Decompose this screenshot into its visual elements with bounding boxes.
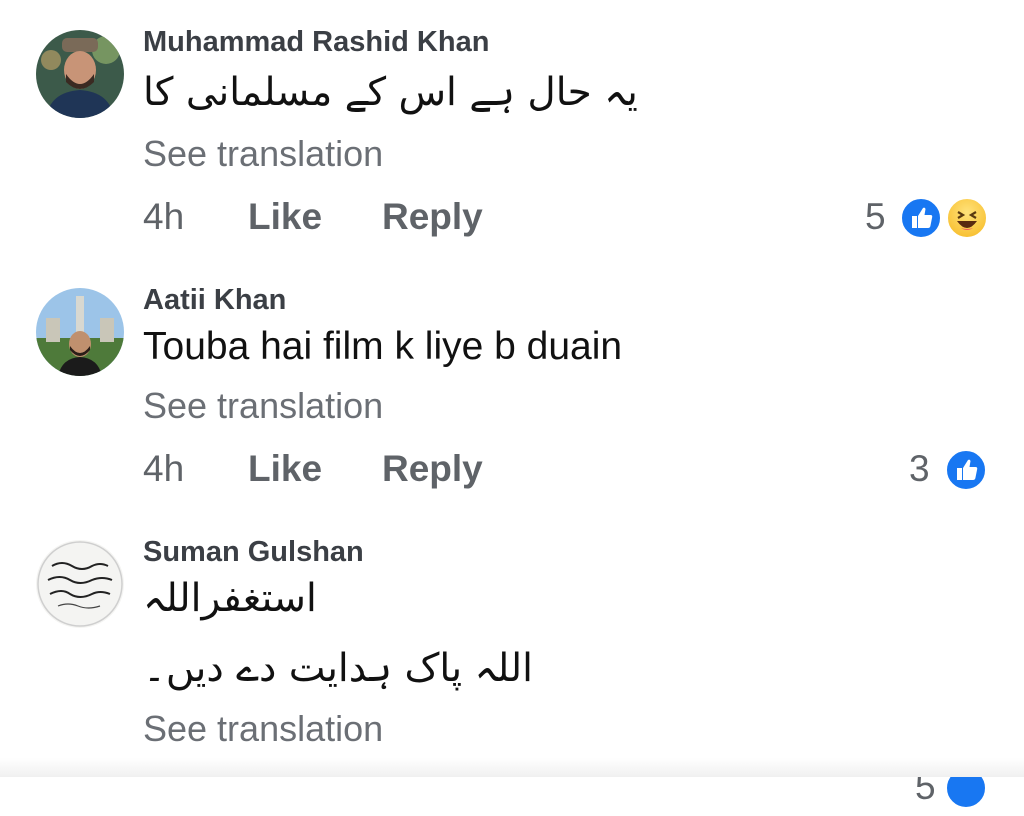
reaction-count[interactable]: 3 — [909, 448, 930, 490]
reaction-count[interactable]: 5 — [865, 196, 886, 238]
avatar[interactable] — [36, 540, 124, 628]
haha-icon — [945, 196, 989, 240]
comment-text-line-2: اللہ پاک ہدایت دے دیں۔ — [143, 646, 533, 691]
comment-author[interactable]: Aatii Khan — [143, 284, 286, 317]
avatar[interactable] — [36, 288, 124, 376]
avatar-photo-icon — [36, 30, 124, 118]
like-icon — [944, 448, 988, 492]
comment-actions: 4h Like Reply 5 — [143, 196, 1003, 246]
comment-2: Aatii Khan Touba hai film k liye b duain… — [0, 262, 1024, 512]
comment-text: Touba hai film k liye b duain — [143, 325, 623, 368]
comment-author[interactable]: Muhammad Rashid Khan — [143, 26, 489, 59]
comment-actions: 4h Like Reply 3 — [143, 448, 1003, 498]
comment-text: یہ حال ہے اس کے مسلمانی کا — [143, 70, 638, 115]
bottom-fade — [0, 758, 1024, 777]
comment-time: 4h — [143, 196, 185, 237]
reply-button[interactable]: Reply — [382, 448, 483, 490]
comment-author[interactable]: Suman Gulshan — [143, 536, 364, 569]
comment-time: 4h — [143, 448, 185, 489]
see-translation-link[interactable]: See translation — [143, 385, 383, 427]
comment-text: استغفراللہ — [143, 576, 317, 621]
see-translation-link[interactable]: See translation — [143, 708, 383, 750]
like-button[interactable]: Like — [248, 196, 322, 238]
like-button[interactable]: Like — [248, 448, 322, 490]
avatar-photo-icon — [36, 288, 124, 376]
like-icon — [899, 196, 943, 240]
reply-button[interactable]: Reply — [382, 196, 483, 238]
comment-1: Muhammad Rashid Khan یہ حال ہے اس کے مسل… — [0, 0, 1024, 260]
avatar-calligraphy-icon — [36, 540, 124, 628]
see-translation-link[interactable]: See translation — [143, 133, 383, 175]
avatar[interactable] — [36, 30, 124, 118]
comment-3: Suman Gulshan استغفراللہ اللہ پاک ہدایت … — [0, 514, 1024, 810]
